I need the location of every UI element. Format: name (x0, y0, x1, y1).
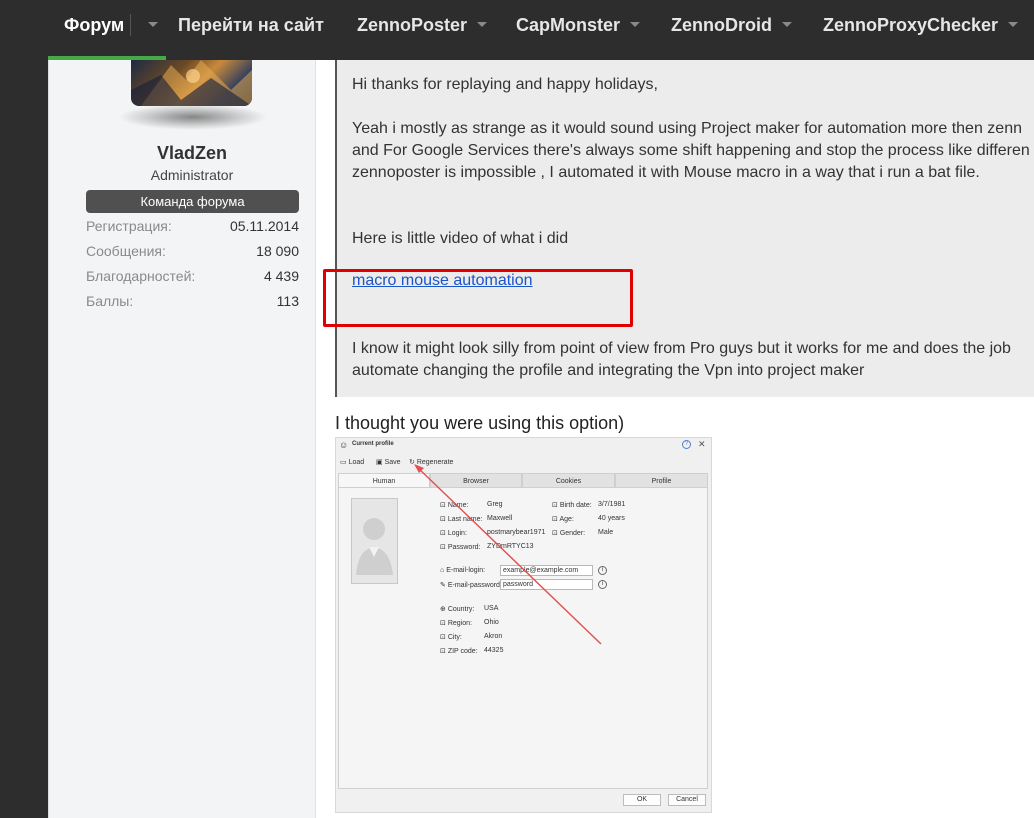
quote-text-line: Yeah i mostly as strange as it would sou… (352, 120, 1022, 137)
quote-text-line: Hi thanks for replaying and happy holida… (352, 76, 658, 93)
nav-separator (130, 14, 131, 36)
chevron-down-icon (477, 21, 488, 27)
stat-value: 113 (276, 293, 299, 309)
username[interactable]: VladZen (70, 143, 314, 164)
chevron-down-icon (630, 21, 641, 27)
stat-registration: Регистрация: 05.11.2014 (86, 218, 299, 238)
chevron-down-icon (782, 21, 792, 27)
team-badge: Команда форума (86, 190, 299, 213)
stat-messages: Сообщения: 18 090 (86, 243, 299, 263)
user-role: Administrator (150, 167, 234, 183)
stat-value: 05.11.2014 (229, 218, 299, 234)
nav-forum-dropdown[interactable] (138, 0, 158, 50)
stat-label: Баллы: (86, 293, 134, 309)
nav-capmonster[interactable]: CapMonster (516, 0, 641, 50)
top-navigation: Форум Перейти на сайт ZennoPoster CapMon… (0, 0, 1034, 60)
stat-value: 4 439 (263, 268, 299, 284)
avatar[interactable] (131, 60, 252, 106)
nav-capmonster-label: CapMonster (516, 15, 621, 35)
cancel-button[interactable]: Cancel (668, 794, 706, 806)
arrow-annotation (414, 464, 602, 645)
nav-go-to-site[interactable]: Перейти на сайт (178, 0, 324, 50)
highlight-box (323, 269, 633, 327)
quote-text-line: automate changing the profile and integr… (352, 362, 865, 379)
nav-zennoproxychecker-label: ZennoProxyChecker (823, 15, 999, 35)
quote-text-line: Here is little video of what i did (352, 230, 569, 247)
nav-zennoposter-label: ZennoPoster (357, 15, 468, 35)
stat-label: Сообщения: (86, 243, 166, 259)
chevron-down-icon (148, 21, 158, 27)
attached-screenshot[interactable]: ☺ Current profile ? ✕ ▭ Load ▣ Save ↻ Re… (335, 437, 712, 813)
nav-zennoposter[interactable]: ZennoPoster (357, 0, 488, 50)
nav-forum-label: Форум (64, 15, 125, 35)
stat-label: Регистрация: (86, 218, 172, 234)
nav-zennoproxychecker[interactable]: ZennoProxyChecker (823, 0, 1019, 50)
nav-forum[interactable]: Форум (64, 0, 124, 50)
quote-text-line: and For Google Services there's always s… (352, 142, 1030, 159)
ok-button[interactable]: OK (623, 794, 661, 806)
avatar-shadow (118, 104, 268, 130)
nav-go-to-site-label: Перейти на сайт (178, 15, 324, 35)
quote-text-line: I know it might look silly from point of… (352, 340, 1011, 357)
avatar-image (131, 60, 252, 106)
quote-text-line: zennoposter is impossible , I automated … (352, 164, 980, 181)
stat-value: 18 090 (256, 243, 299, 259)
chevron-down-icon (1008, 21, 1019, 27)
nav-zennodroid-label: ZennoDroid (671, 15, 772, 35)
stat-thanks: Благодарностей: 4 439 (86, 268, 299, 288)
nav-zennodroid[interactable]: ZennoDroid (671, 0, 792, 50)
stat-points: Баллы: 113 (86, 293, 299, 313)
reply-text: I thought you were using this option) (335, 413, 625, 433)
stat-label: Благодарностей: (86, 268, 196, 284)
